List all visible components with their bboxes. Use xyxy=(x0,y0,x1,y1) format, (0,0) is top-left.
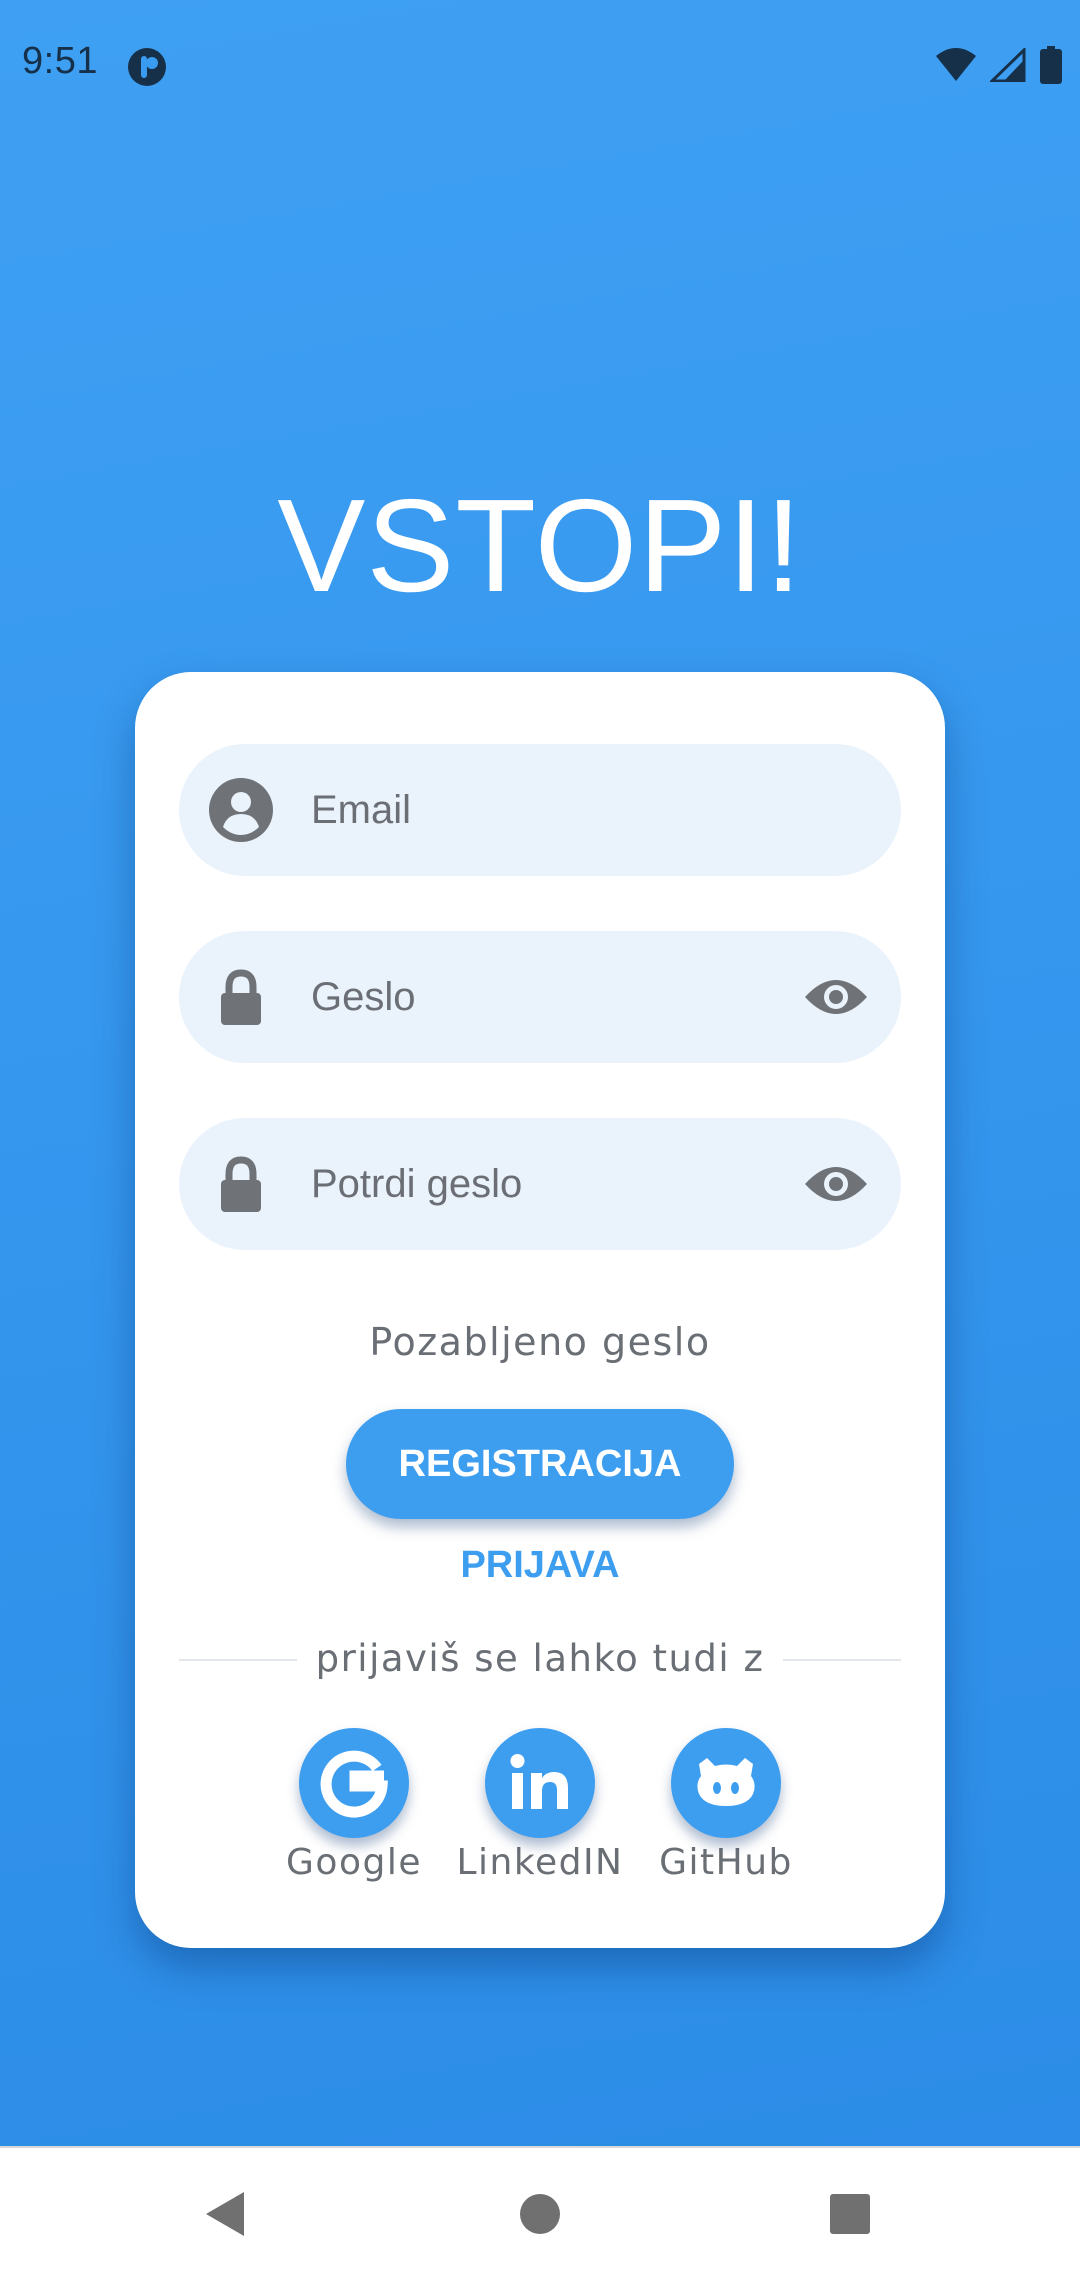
google-login-button[interactable]: Google xyxy=(261,1728,447,1883)
linkedin-icon xyxy=(510,1754,568,1809)
lock-icon xyxy=(221,1156,261,1212)
divider-line xyxy=(783,1659,901,1661)
password-field[interactable]: Geslo xyxy=(179,931,901,1063)
status-time: 9:51 xyxy=(22,40,98,82)
app-notification-icon xyxy=(128,48,166,86)
github-login-button[interactable]: GitHub xyxy=(633,1728,819,1883)
cellular-signal-icon xyxy=(990,48,1026,82)
google-label: Google xyxy=(286,1842,422,1883)
back-icon[interactable] xyxy=(196,2186,252,2242)
forgot-password-link[interactable]: Pozabljeno geslo xyxy=(135,1320,945,1364)
confirm-password-field[interactable]: Potrdi geslo xyxy=(179,1118,901,1250)
email-placeholder: Email xyxy=(311,788,412,832)
linkedin-label: LinkedIN xyxy=(456,1842,624,1883)
login-card: Email Geslo Potrdi geslo Pozabljeno gesl… xyxy=(135,672,945,1948)
google-icon xyxy=(320,1750,388,1818)
battery-icon xyxy=(1040,46,1062,84)
linkedin-login-button[interactable]: LinkedIN xyxy=(447,1728,633,1883)
status-bar: 9:51 xyxy=(0,0,1080,132)
github-label: GitHub xyxy=(659,1842,793,1883)
account-circle-icon xyxy=(209,778,273,842)
recents-icon[interactable] xyxy=(822,2186,878,2242)
google-button-circle[interactable] xyxy=(299,1728,409,1838)
login-link[interactable]: PRIJAVA xyxy=(135,1544,945,1587)
password-placeholder: Geslo xyxy=(311,975,416,1019)
wifi-icon xyxy=(936,48,976,81)
navigation-bar xyxy=(0,2146,1080,2280)
lock-icon xyxy=(221,969,261,1025)
github-button-circle[interactable] xyxy=(671,1728,781,1838)
social-divider: prijaviš se lahko tudi z xyxy=(179,1634,901,1684)
eye-icon[interactable] xyxy=(803,1156,869,1212)
email-field[interactable]: Email xyxy=(179,744,901,876)
github-icon xyxy=(697,1758,755,1806)
status-icons xyxy=(936,46,1062,84)
login-screen: 9:51 VSTOPI! Email Geslo Potrdi geslo Po… xyxy=(0,0,1080,2280)
confirm-password-placeholder: Potrdi geslo xyxy=(311,1162,523,1206)
home-icon[interactable] xyxy=(512,2186,568,2242)
register-button[interactable]: REGISTRACIJA xyxy=(346,1409,734,1519)
eye-icon[interactable] xyxy=(803,969,869,1025)
linkedin-button-circle[interactable] xyxy=(485,1728,595,1838)
page-title: VSTOPI! xyxy=(277,472,803,619)
